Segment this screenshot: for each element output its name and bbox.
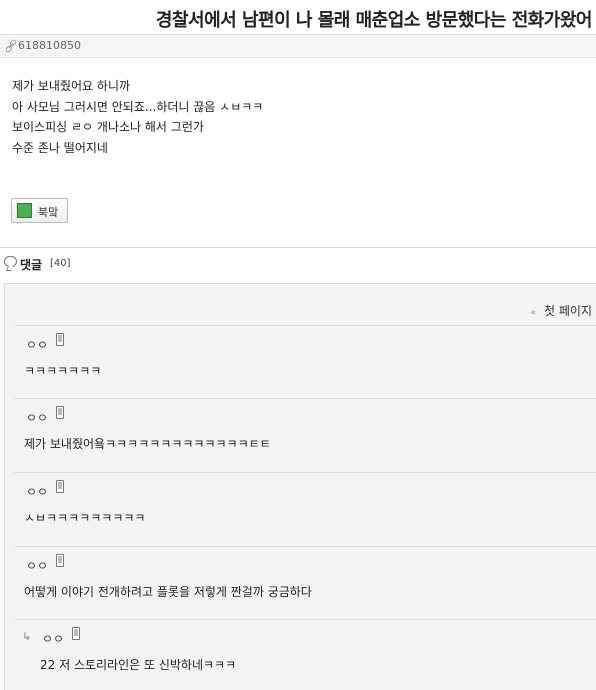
body-line: 아 사모님 그러시면 안되죠...하더니 끊음 ㅅㅂㅋㅋ [12, 99, 264, 114]
comments-count: [40] [50, 258, 71, 269]
comment-text: ㅅㅂㅋㅋㅋㅋㅋㅋㅋㅋㅋ [24, 511, 146, 525]
comment-text: 어떻게 이야기 전개하려고 플롯을 저렇게 짠걸까 궁금하다 [24, 585, 312, 599]
link-icon [5, 39, 17, 53]
post-body: 제가 보내줬어요 하니까 아 사모님 그러시면 안되죠...하더니 끊음 ㅅㅂㅋ… [12, 76, 263, 158]
double-chevron-left-icon: « [530, 308, 537, 318]
first-page-label: 첫 페이지 [544, 304, 592, 318]
first-page-link[interactable]: « 첫 페이지 [531, 302, 593, 319]
reply-item: ↳ ㅇㅇ 22 저 스토리라인은 또 신박하네ㅋㅋㅋ [14, 619, 596, 690]
comment-author: ㅇㅇ [26, 411, 49, 425]
divider [0, 247, 596, 248]
mobile-icon [56, 333, 64, 346]
comment-author: ㅇㅇ [26, 485, 49, 499]
comment-author: ㅇㅇ [26, 559, 49, 573]
comment-text: 제가 보내줬어욬ㅋㅋㅋㅋㅋㅋㅋㅋㅋㅋㅋㅋㅋㅌㅌ [24, 437, 271, 451]
comment-item: ㅇㅇ ㅅㅂㅋㅋㅋㅋㅋㅋㅋㅋㅋ [14, 472, 596, 546]
post-title: 경찰서에서 남편이 나 몰래 매춘업소 방문했다는 전화가왔어 [155, 10, 593, 31]
bookmark-button[interactable]: 북맠 [11, 198, 68, 223]
mobile-icon [56, 406, 64, 419]
body-line: 제가 보내줬어요 하니까 [12, 79, 131, 93]
post-url[interactable]: 618810850 [18, 39, 81, 52]
mobile-icon [72, 627, 80, 640]
speech-bubble-icon [4, 256, 17, 267]
title-bar: 경찰서에서 남편이 나 몰래 매춘업소 방문했다는 전화가왔어 [0, 0, 596, 36]
comment-author: ㅇㅇ [26, 338, 49, 352]
body-line: 수준 존나 떨어지네 [12, 140, 108, 155]
bookmark-label: 북맠 [38, 206, 59, 219]
mobile-icon [56, 480, 64, 493]
comment-item: ㅇㅇ ㅋㅋㅋㅋㅋㅋㅋ [14, 325, 596, 398]
comments-label: 댓글 [20, 258, 43, 272]
comment-item: ㅇㅇ 제가 보내줬어욬ㅋㅋㅋㅋㅋㅋㅋㅋㅋㅋㅋㅋㅋㅌㅌ [14, 398, 596, 472]
mobile-icon [56, 554, 64, 567]
comment-text: 22 저 스토리라인은 또 신박하네ㅋㅋㅋ [40, 658, 237, 672]
post-url-bar: 618810850 [0, 34, 596, 58]
body-line: 보이스피싱 ㄹㅇ 개나소나 해서 그런가 [12, 120, 204, 134]
comment-item: ㅇㅇ 어떻게 이야기 전개하려고 플롯을 저렇게 짠걸까 궁금하다 [14, 546, 596, 619]
bookmark-icon [17, 203, 32, 218]
comment-author: ㅇㅇ [42, 632, 65, 646]
comment-text: ㅋㅋㅋㅋㅋㅋㅋ [24, 364, 102, 378]
reply-arrow-icon: ↳ [22, 630, 32, 643]
